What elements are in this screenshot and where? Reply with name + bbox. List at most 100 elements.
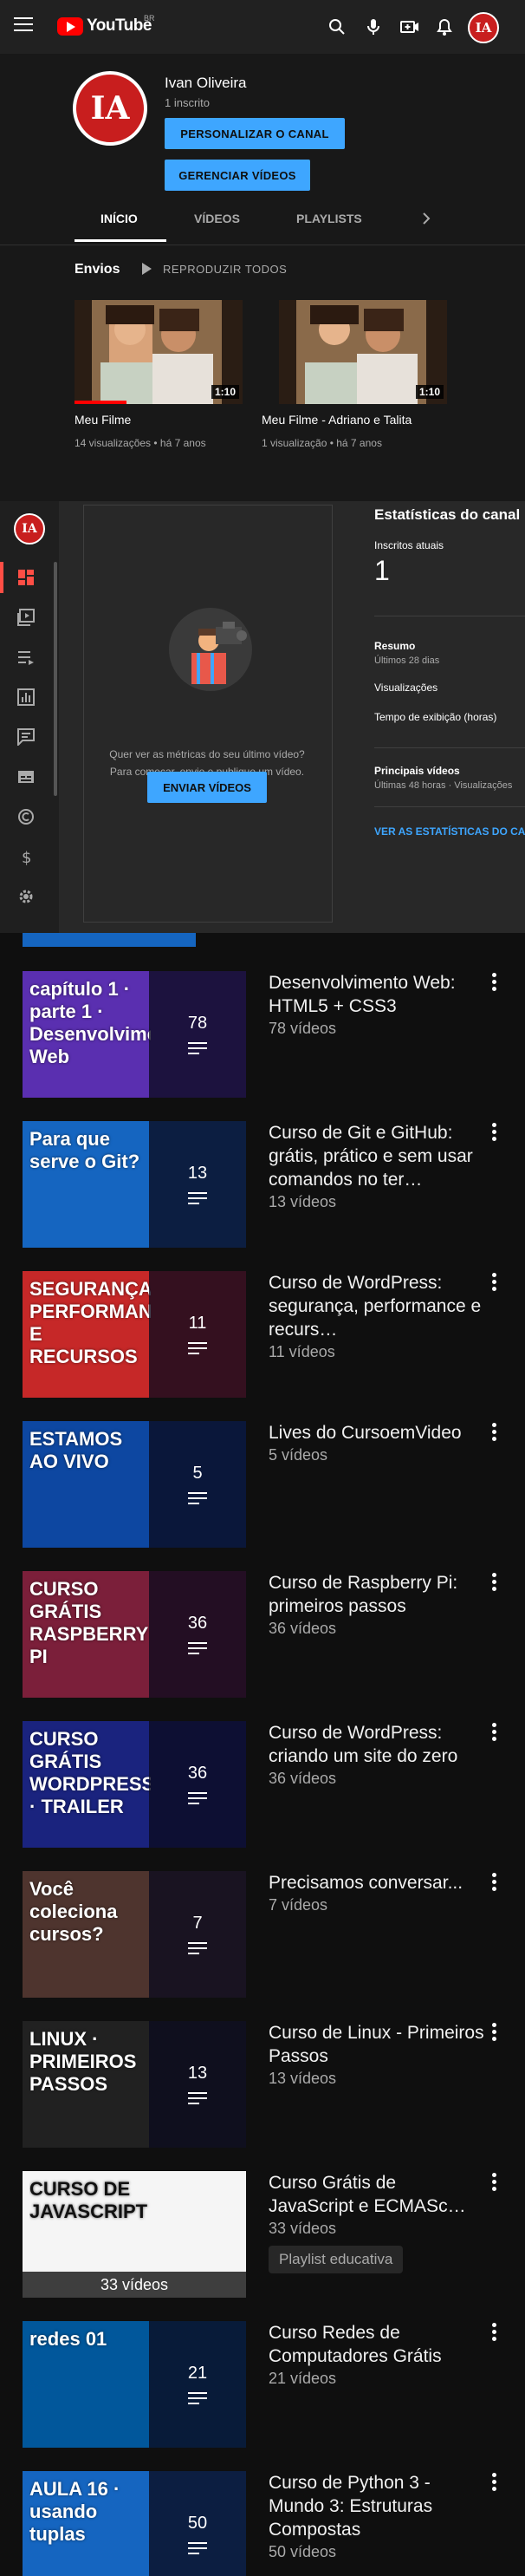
playlist-title[interactable]: Curso Grátis de JavaScript e ECMASc… [269, 2171, 485, 2218]
playlist-title[interactable]: Lives do CursoemVideo [269, 1421, 485, 1445]
playlist-thumbnail[interactable]: ESTAMOS AO VIVO 5 [23, 1421, 246, 1548]
more-options-icon[interactable] [492, 2023, 497, 2042]
logo-text: YouTube [87, 16, 152, 35]
sidebar-scrollbar[interactable] [54, 562, 57, 796]
playlist-thumbnail[interactable]: LINUX · PRIMEIROS PASSOS 13 [23, 2021, 246, 2148]
video-thumbnail-2[interactable]: 1:10 [279, 300, 447, 404]
playlist-title[interactable]: Curso de WordPress: criando um site do z… [269, 1721, 485, 1768]
view-channel-analytics-link[interactable]: VER AS ESTATÍSTICAS DO CANAL [374, 825, 525, 838]
playlist-icon [188, 1791, 207, 1806]
more-options-icon[interactable] [492, 1573, 497, 1592]
playlist-title[interactable]: Curso de Linux - Primeiros Passos [269, 2021, 485, 2068]
subscriber-count: 1 inscrito [165, 96, 211, 109]
playlist-row[interactable]: AULA 16 · usando tuplas 50 Curso de Python… [0, 2471, 525, 2576]
content-icon[interactable] [17, 609, 38, 628]
youtube-play-icon [57, 16, 83, 36]
playlist-video-count: 21 vídeos [269, 2370, 337, 2387]
latest-video-card [83, 505, 333, 923]
youtube-logo[interactable]: YouTube BR [57, 14, 155, 36]
playlist-thumbnail[interactable]: capítulo 1 · parte 1 · Desenvolvimento W… [23, 971, 246, 1098]
account-avatar[interactable]: IA [468, 12, 499, 43]
studio-avatar[interactable]: IA [14, 513, 45, 545]
playlist-title[interactable]: Curso de Git e GitHub: grátis, prático e… [269, 1121, 485, 1191]
dashboard-icon[interactable] [17, 569, 38, 588]
more-options-icon[interactable] [492, 2473, 497, 2492]
playlist-title[interactable]: Curso de Raspberry Pi: primeiros passos [269, 1571, 485, 1618]
playlist-title[interactable]: Curso de WordPress: segurança, performan… [269, 1271, 485, 1341]
playlist-row[interactable]: CURSO DE JAVASCRIPT 33 vídeos Curso Grátis… [0, 2171, 525, 2317]
playlist-row[interactable]: CURSO GRÁTIS RASPBERRY PI 36 Curso de Rasp… [0, 1571, 525, 1717]
more-options-icon[interactable] [492, 1723, 497, 1742]
playlist-row[interactable]: Você coleciona cursos? 7 Precisamos conver… [0, 1871, 525, 2017]
analytics-title: Estatísticas do canal [374, 506, 521, 523]
playlist-row[interactable]: capítulo 1 · parte 1 · Desenvolvimento W… [0, 971, 525, 1117]
playlist-video-count: 7 vídeos [269, 1896, 328, 1914]
top-videos-period: Últimas 48 horas · Visualizações [374, 780, 513, 791]
playlist-thumbnail[interactable]: Para que serve o Git? 13 [23, 1121, 246, 1248]
playlist-count: 50 [187, 2513, 208, 2533]
settings-icon[interactable] [17, 888, 38, 907]
playlist-count-overlay: 78 [149, 971, 246, 1098]
playlist-thumbnail[interactable]: CURSO DE JAVASCRIPT 33 vídeos [23, 2171, 246, 2298]
more-options-icon[interactable] [492, 2173, 497, 2192]
microphone-icon[interactable] [362, 16, 385, 38]
playlist-row[interactable]: ESTAMOS AO VIVO 5 Lives do CursoemVideo 5 v… [0, 1421, 525, 1567]
more-options-icon[interactable] [492, 2323, 497, 2342]
video-camera-illustration [162, 601, 259, 702]
more-options-icon[interactable] [492, 1873, 497, 1892]
create-video-icon[interactable] [399, 16, 421, 38]
manage-videos-button[interactable]: GERENCIAR VÍDEOS [165, 160, 310, 191]
playlist-title[interactable]: Desenvolvimento Web: HTML5 + CSS3 [269, 971, 485, 1018]
partial-thumbnail [23, 933, 196, 947]
thumbnail-art: SEGURANÇA, PERFORMANCE E RECURSOS [29, 1278, 151, 1367]
playlist-row[interactable]: SEGURANÇA, PERFORMANCE E RECURSOS 11 Curso… [0, 1271, 525, 1417]
earn-icon[interactable]: $ [17, 848, 38, 867]
play-all-button[interactable]: REPRODUZIR TODOS [163, 263, 287, 276]
copyright-icon[interactable] [17, 808, 38, 827]
playlist-thumbnail[interactable]: CURSO GRÁTIS RASPBERRY PI 36 [23, 1571, 246, 1698]
playlist-row[interactable]: CURSO GRÁTIS WORDPRESS · TRAILER 36 Curso … [0, 1721, 525, 1867]
video-thumbnail-1[interactable]: 1:10 [75, 300, 243, 404]
subtitles-icon[interactable] [17, 768, 38, 787]
customize-channel-button[interactable]: PERSONALIZAR O CANAL [165, 118, 345, 149]
playlist-count: 21 [187, 2363, 208, 2383]
playlist-row[interactable]: Para que serve o Git? 13 Curso de Git e Gi… [0, 1121, 525, 1267]
thumbnail-art: LINUX · PRIMEIROS PASSOS [29, 2028, 137, 2095]
playlist-title[interactable]: Curso de Python 3 - Mundo 3: Estruturas … [269, 2471, 485, 2541]
play-all-icon[interactable] [140, 262, 152, 280]
more-options-icon[interactable] [492, 1123, 497, 1142]
tab-home[interactable]: INÍCIO [100, 212, 138, 225]
playlist-thumbnail[interactable]: redes 01 21 [23, 2321, 246, 2448]
thumbnail-art: CURSO GRÁTIS RASPBERRY PI [29, 1578, 148, 1667]
video-meta-1: 14 visualizações • há 7 anos [75, 437, 206, 449]
playlist-thumbnail[interactable]: Você coleciona cursos? 7 [23, 1871, 246, 1998]
playlist-row[interactable]: redes 01 21 Curso Redes de Computadores Gr… [0, 2321, 525, 2467]
current-subs-value: 1 [374, 555, 390, 586]
more-options-icon[interactable] [492, 1273, 497, 1292]
analytics-icon[interactable] [17, 688, 38, 708]
video-title-2[interactable]: Meu Filme - Adriano e Talita [262, 413, 412, 427]
playlist-title[interactable]: Precisamos conversar... [269, 1871, 485, 1895]
menu-icon[interactable] [14, 17, 33, 33]
playlists-icon[interactable] [17, 649, 38, 668]
tab-playlists[interactable]: PLAYLISTS [296, 212, 362, 225]
tab-videos[interactable]: VÍDEOS [194, 212, 240, 225]
search-icon[interactable] [326, 16, 348, 38]
chevron-right-icon[interactable] [421, 212, 431, 230]
more-options-icon[interactable] [492, 973, 497, 992]
upload-videos-button[interactable]: ENVIAR VÍDEOS [147, 772, 267, 803]
video-title-1[interactable]: Meu Filme [75, 413, 131, 427]
playlist-row[interactable]: LINUX · PRIMEIROS PASSOS 13 Curso de Linux… [0, 2021, 525, 2167]
playlist-count-overlay: 7 [149, 1871, 246, 1998]
playlist-title[interactable]: Curso Redes de Computadores Grátis [269, 2321, 485, 2368]
thumbnail-art: ESTAMOS AO VIVO [29, 1428, 123, 1472]
badge-label: Playlist educativa [279, 2251, 393, 2267]
card-line-1: Quer ver as métricas do seu último vídeo… [109, 748, 305, 760]
more-options-icon[interactable] [492, 1423, 497, 1442]
playlist-count: 13 [187, 1163, 208, 1183]
playlist-thumbnail[interactable]: SEGURANÇA, PERFORMANCE E RECURSOS 11 [23, 1271, 246, 1398]
notifications-bell-icon[interactable] [433, 16, 456, 38]
playlist-thumbnail[interactable]: AULA 16 · usando tuplas 50 [23, 2471, 246, 2576]
playlist-thumbnail[interactable]: CURSO GRÁTIS WORDPRESS · TRAILER 36 [23, 1721, 246, 1848]
comments-icon[interactable] [17, 728, 38, 747]
